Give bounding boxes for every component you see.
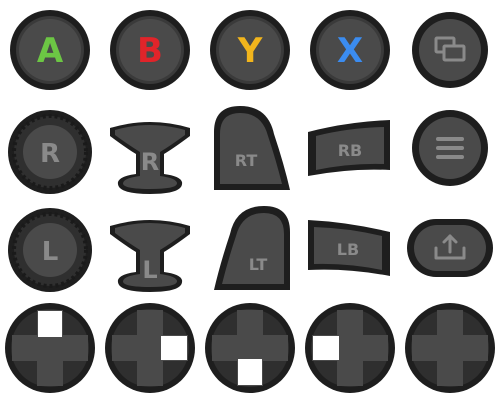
right-trigger-label: RT: [235, 151, 258, 170]
x-button: X: [308, 8, 392, 92]
right-stick-label: R: [40, 139, 60, 169]
y-button-label: Y: [237, 31, 263, 71]
a-button-label: A: [37, 31, 64, 71]
left-stick-button: L: [6, 206, 94, 294]
x-button-label: X: [337, 31, 363, 71]
left-trigger-button: LT: [210, 204, 294, 296]
menu-button: [410, 108, 490, 188]
y-button: Y: [208, 8, 292, 92]
a-button: A: [8, 8, 92, 92]
view-button: [410, 10, 490, 90]
b-button-label: B: [137, 31, 163, 71]
dpad-up-button: [4, 302, 96, 394]
b-button: B: [108, 8, 192, 92]
controller-glyph-sheet: A B Y X R R RT RB L L LT LB: [0, 0, 500, 400]
left-bumper-button: LB: [306, 218, 392, 280]
left-stick-side-label: L: [142, 256, 157, 284]
dpad-left-button: [304, 302, 396, 394]
left-stick-side-button: L: [104, 216, 196, 294]
dpad-down-button: [204, 302, 296, 394]
left-bumper-label: LB: [337, 240, 359, 259]
share-button: [406, 218, 494, 278]
dpad-right-button: [104, 302, 196, 394]
left-trigger-label: LT: [249, 255, 268, 274]
right-trigger-button: RT: [210, 104, 294, 196]
left-stick-label: L: [42, 237, 59, 267]
right-stick-button: R: [6, 108, 94, 196]
right-stick-side-label: R: [141, 148, 159, 176]
dpad-button: [404, 302, 496, 394]
right-bumper-label: RB: [338, 141, 363, 160]
right-stick-side-button: R: [104, 118, 196, 196]
right-bumper-button: RB: [306, 118, 392, 180]
